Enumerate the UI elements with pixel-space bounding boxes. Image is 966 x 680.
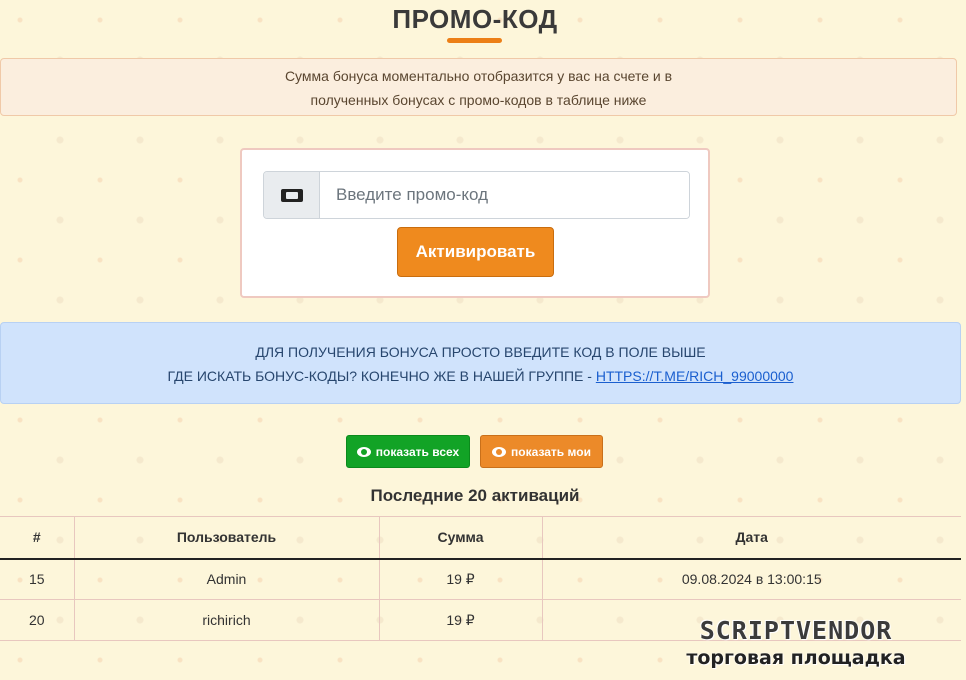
watermark: SCRIPTVENDOR торговая площадка bbox=[636, 616, 956, 676]
promo-input-addon bbox=[264, 172, 320, 218]
info-line-2: полученных бонусах с промо-кодов в табли… bbox=[310, 92, 647, 108]
title-underline bbox=[447, 38, 502, 43]
cell-date: 09.08.2024 в 13:00:15 bbox=[542, 558, 961, 600]
ticket-icon bbox=[280, 188, 303, 202]
cell-id: 15 bbox=[0, 558, 75, 600]
notice-line-1: Для получения бонуса просто введите код … bbox=[255, 344, 706, 360]
table-header-row: # Пользователь Сумма Дата bbox=[0, 516, 961, 560]
page-title: ПРОМО-КОД bbox=[392, 4, 558, 34]
telegram-group-link[interactable]: https://t.me/rich_99000000 bbox=[596, 368, 794, 384]
promo-code-input[interactable] bbox=[321, 172, 689, 218]
show-mine-label: показать мои bbox=[511, 444, 591, 459]
show-mine-button[interactable]: показать мои bbox=[480, 435, 603, 468]
watermark-logo: SCRIPTVENDOR bbox=[699, 616, 893, 645]
eye-icon bbox=[356, 446, 371, 457]
cell-user: Admin bbox=[74, 558, 380, 600]
show-all-button[interactable]: показать всех bbox=[346, 435, 470, 468]
eye-icon bbox=[492, 446, 507, 457]
column-header-number: # bbox=[0, 516, 75, 560]
promo-code-card: Активировать bbox=[240, 148, 710, 298]
activations-table-title: Последние 20 активаций bbox=[370, 486, 580, 505]
notice-line-2: Где искать бонус-коды? Конечно же в наше… bbox=[1, 364, 960, 388]
cell-user: richirich bbox=[74, 599, 380, 641]
column-header-date: Дата bbox=[542, 516, 961, 560]
bonus-notice: Для получения бонуса просто введите код … bbox=[0, 322, 961, 404]
show-all-label: показать всех bbox=[375, 444, 460, 459]
watermark-subtitle: торговая площадка bbox=[686, 647, 906, 669]
promo-input-group bbox=[263, 171, 690, 219]
column-header-amount: Сумма bbox=[379, 516, 543, 560]
notice-line-2-text: Где искать бонус-коды? Конечно же в наше… bbox=[167, 368, 596, 384]
bonus-info-banner: Сумма бонуса моментально отобразится у в… bbox=[0, 58, 957, 116]
info-line-1: Сумма бонуса моментально отобразится у в… bbox=[284, 68, 673, 84]
column-header-user: Пользователь bbox=[74, 516, 380, 560]
cell-id: 20 bbox=[0, 599, 75, 641]
table-row: 15 Admin 19 ₽ 09.08.2024 в 13:00:15 bbox=[0, 558, 961, 600]
cell-amount: 19 ₽ bbox=[379, 599, 543, 641]
activate-button[interactable]: Активировать bbox=[397, 227, 554, 277]
cell-amount: 19 ₽ bbox=[379, 558, 543, 600]
